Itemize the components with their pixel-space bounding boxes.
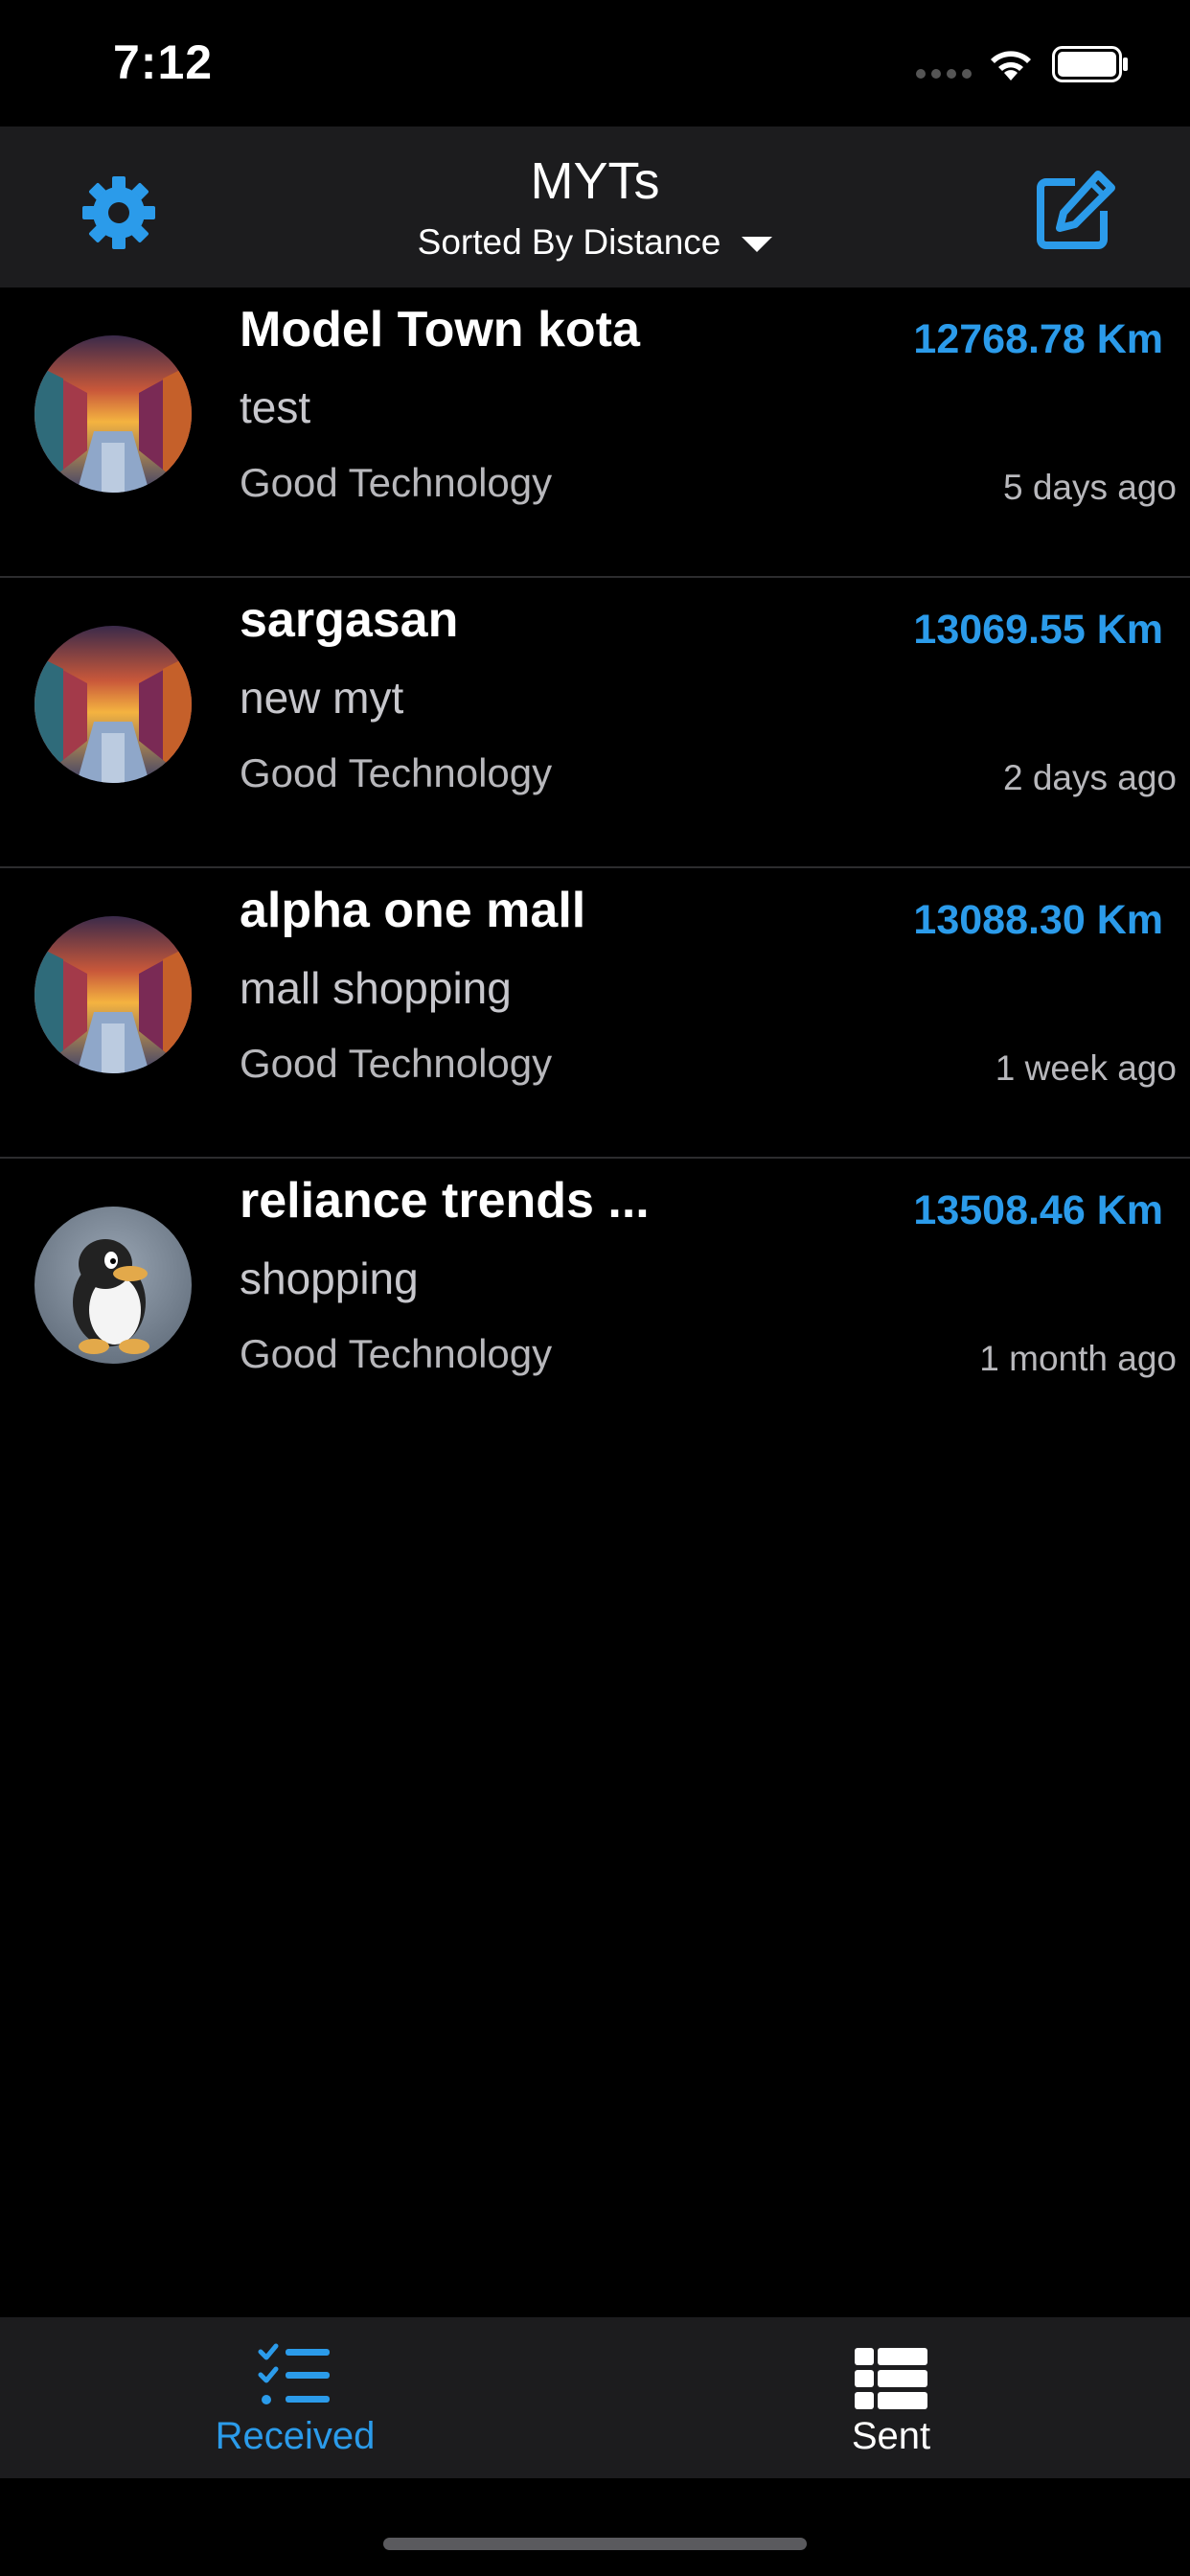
status-time: 7:12 xyxy=(113,35,214,89)
checklist-icon xyxy=(258,2343,330,2404)
avatar xyxy=(34,335,192,493)
item-title: sargasan xyxy=(240,592,459,648)
item-distance: 13088.30 Km xyxy=(913,897,1163,943)
battery-icon xyxy=(1052,46,1128,82)
tab-received[interactable]: Received xyxy=(171,2317,420,2478)
item-distance: 13508.46 Km xyxy=(913,1187,1163,1233)
compose-edit-icon[interactable] xyxy=(1031,169,1117,255)
item-distance: 13069.55 Km xyxy=(913,607,1163,653)
sort-dropdown[interactable]: Sorted By Distance xyxy=(0,222,1190,263)
avatar xyxy=(34,626,192,783)
item-company: Good Technology xyxy=(240,1041,553,1086)
item-subtitle: new myt xyxy=(240,673,404,723)
item-title: alpha one mall xyxy=(240,883,586,938)
table-list-icon xyxy=(855,2348,927,2409)
list-item[interactable]: alpha one mall mall shopping Good Techno… xyxy=(0,868,1190,1159)
sunset-canal-photo xyxy=(34,916,192,1073)
penguin-photo xyxy=(34,1207,192,1364)
item-subtitle: mall shopping xyxy=(240,963,512,1013)
caret-down-icon xyxy=(742,237,773,252)
avatar xyxy=(34,1207,192,1364)
item-time: 2 days ago xyxy=(1002,758,1177,797)
item-company: Good Technology xyxy=(240,1331,553,1376)
cellular-signal-icon xyxy=(916,69,972,79)
list-item[interactable]: Model Town kota test Good Technology 127… xyxy=(0,288,1190,578)
item-title: reliance trends ... xyxy=(240,1173,650,1229)
tab-sent-label: Sent xyxy=(851,2415,931,2457)
item-subtitle: test xyxy=(240,382,311,432)
myt-list: Model Town kota test Good Technology 127… xyxy=(0,288,1190,1449)
item-title: Model Town kota xyxy=(240,302,640,357)
sunset-canal-photo xyxy=(34,335,192,493)
tab-sent[interactable]: Sent xyxy=(795,2317,987,2478)
navigation-header: MYTs Sorted By Distance xyxy=(0,126,1190,288)
page-title: MYTs xyxy=(530,152,660,210)
tab-received-label: Received xyxy=(215,2415,376,2457)
item-company: Good Technology xyxy=(240,460,553,505)
wifi-icon xyxy=(991,51,1031,80)
item-time: 1 week ago xyxy=(995,1048,1177,1088)
home-indicator xyxy=(383,2538,807,2550)
tab-bar: Received Sent xyxy=(0,2317,1190,2478)
item-distance: 12768.78 Km xyxy=(913,316,1163,362)
item-time: 5 days ago xyxy=(1002,468,1177,507)
item-time: 1 month ago xyxy=(979,1339,1177,1378)
list-item[interactable]: sargasan new myt Good Technology 13069.5… xyxy=(0,578,1190,868)
sunset-canal-photo xyxy=(34,626,192,783)
list-item[interactable]: reliance trends ... shopping Good Techno… xyxy=(0,1159,1190,1449)
status-bar: 7:12 xyxy=(0,0,1190,126)
sort-label: Sorted By Distance xyxy=(417,222,721,262)
item-company: Good Technology xyxy=(240,750,553,795)
item-subtitle: shopping xyxy=(240,1254,419,1303)
avatar xyxy=(34,916,192,1073)
